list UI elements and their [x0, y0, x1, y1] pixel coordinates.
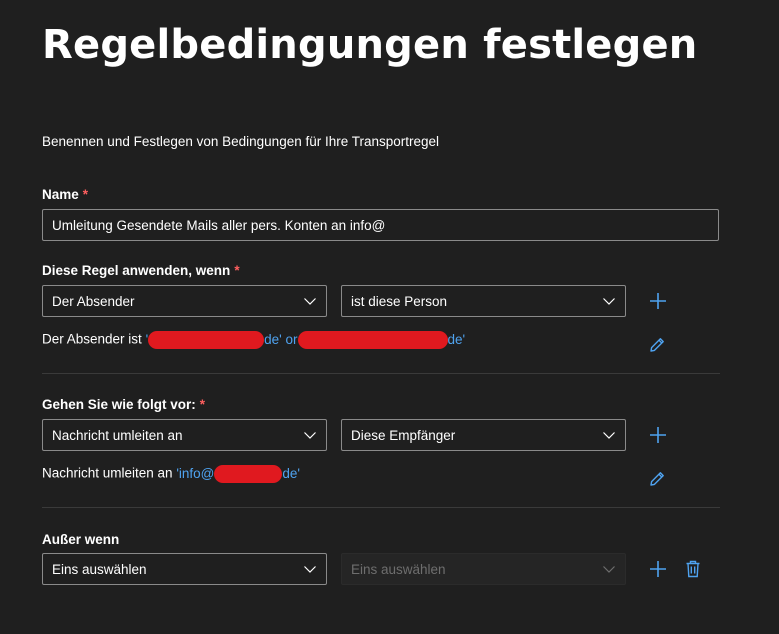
add-condition-button[interactable]	[647, 290, 669, 312]
section-divider	[42, 373, 720, 374]
section-divider	[42, 507, 720, 508]
exception-value-select: Eins auswählen	[341, 553, 626, 585]
redaction-mark	[148, 331, 265, 349]
actions-label: Gehen Sie wie folgt vor: *	[42, 397, 206, 412]
required-marker: *	[82, 187, 89, 202]
delete-exception-button[interactable]	[682, 558, 704, 580]
plus-icon	[650, 561, 666, 577]
condition-value-select[interactable]: ist diese Person	[341, 285, 626, 317]
add-action-button[interactable]	[647, 424, 669, 446]
name-input[interactable]: Umleitung Gesendete Mails aller pers. Ko…	[42, 209, 719, 241]
action-summary: Nachricht umleiten an 'info@ de'	[42, 465, 300, 483]
exception-select[interactable]: Eins auswählen	[42, 553, 327, 585]
action-select[interactable]: Nachricht umleiten an	[42, 419, 327, 451]
edit-condition-button[interactable]	[646, 334, 668, 356]
pencil-icon	[650, 338, 664, 352]
plus-icon	[650, 427, 666, 443]
plus-icon	[650, 293, 666, 309]
redaction-mark	[297, 331, 448, 349]
page-title: Regelbedingungen festlegen	[42, 22, 698, 68]
action-summary-link[interactable]: 'info@ de'	[176, 465, 300, 483]
chevron-down-icon	[304, 298, 316, 305]
action-value-select[interactable]: Diese Empfänger	[341, 419, 626, 451]
condition-select[interactable]: Der Absender	[42, 285, 327, 317]
name-input-value: Umleitung Gesendete Mails aller pers. Ko…	[52, 217, 386, 233]
chevron-down-icon	[304, 566, 316, 573]
page-subtitle: Benennen und Festlegen von Bedingungen f…	[42, 134, 440, 149]
required-marker: *	[234, 263, 240, 278]
pencil-icon	[650, 472, 664, 486]
chevron-down-icon	[304, 432, 316, 439]
condition-summary: Der Absender ist ' de' or de'	[42, 331, 465, 349]
redaction-mark	[214, 465, 283, 483]
trash-icon	[686, 560, 700, 578]
condition-summary-link[interactable]: ' de' or de'	[146, 331, 465, 349]
name-label: Name *	[42, 187, 89, 202]
chevron-down-icon	[603, 566, 615, 573]
chevron-down-icon	[603, 298, 615, 305]
add-exception-button[interactable]	[647, 558, 669, 580]
edit-action-button[interactable]	[646, 468, 668, 490]
chevron-down-icon	[603, 432, 615, 439]
apply-rule-label: Diese Regel anwenden, wenn *	[42, 263, 240, 278]
required-marker: *	[199, 397, 206, 412]
exceptions-label: Außer wenn	[42, 532, 120, 547]
